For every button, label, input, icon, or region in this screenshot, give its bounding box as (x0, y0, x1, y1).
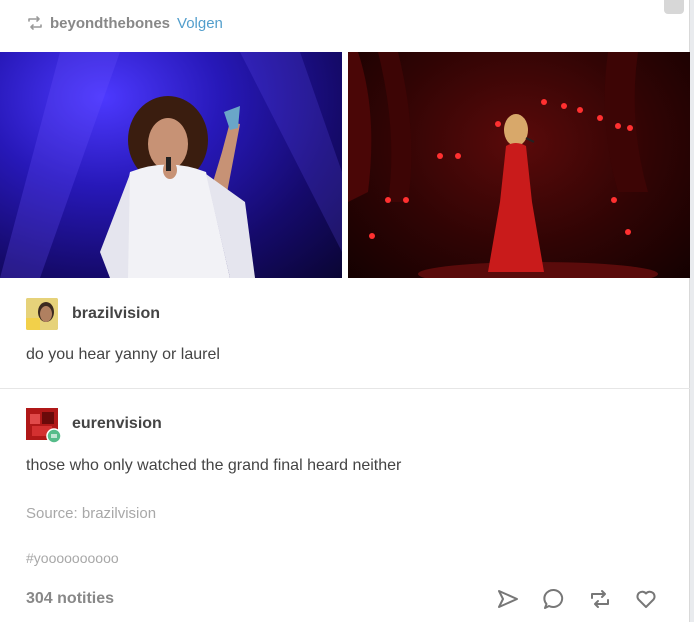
reply-text: do you hear yanny or laurel (26, 346, 220, 363)
notes-count[interactable]: 304 notities (26, 590, 114, 608)
reblog-icon[interactable] (587, 586, 613, 612)
post-actions (495, 586, 659, 612)
photo-singer-red-dress[interactable] (348, 52, 690, 278)
source-link[interactable]: Source: brazilvision (26, 505, 156, 522)
avatar[interactable] (26, 408, 62, 444)
scroll-indicator (664, 0, 684, 14)
tag[interactable]: #yoooooooooo (26, 550, 119, 566)
divider (0, 388, 690, 389)
reblog-icon (26, 14, 44, 32)
tumblr-post: beyondthebones Volgen brazilvision do yo… (0, 0, 690, 622)
reply-username[interactable]: brazilvision (72, 305, 160, 323)
avatar[interactable] (26, 298, 58, 330)
reply-text: those who only watched the grand final h… (26, 457, 402, 474)
like-icon[interactable] (633, 586, 659, 612)
post-header: beyondthebones Volgen (26, 12, 223, 34)
share-icon[interactable] (495, 586, 521, 612)
follow-link[interactable]: Volgen (177, 15, 223, 32)
photo-singer-white-dress[interactable] (0, 52, 342, 278)
reply-header-1: brazilvision (26, 298, 160, 330)
reply-username[interactable]: eurenvision (72, 415, 162, 433)
reply-icon[interactable] (541, 586, 567, 612)
reblogged-from-username[interactable]: beyondthebones (50, 15, 170, 32)
photoset (0, 52, 690, 278)
reply-header-2: eurenvision (26, 408, 162, 444)
